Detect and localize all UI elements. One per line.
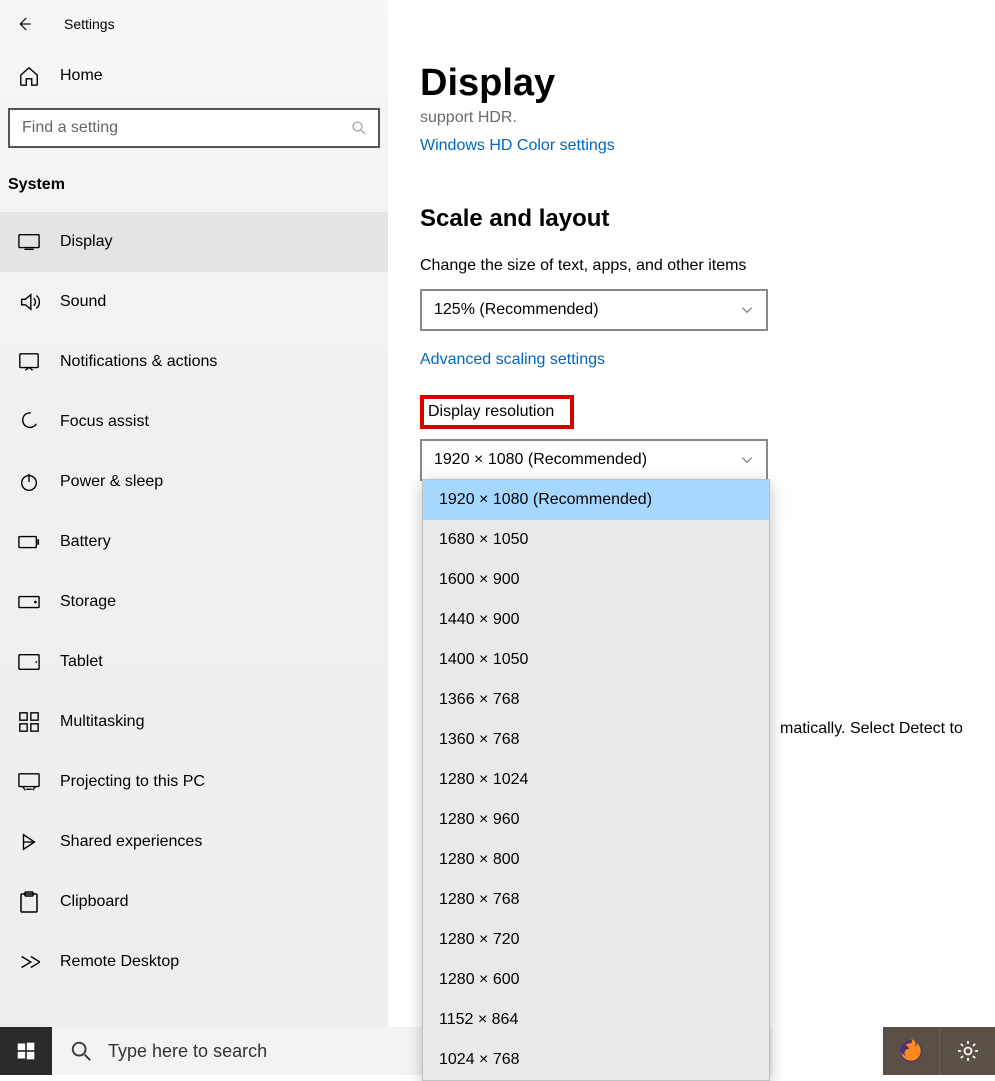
search-icon (70, 1040, 92, 1062)
resolution-option[interactable]: 1600 × 900 (423, 560, 769, 600)
multitasking-icon (18, 711, 40, 733)
resolution-option[interactable]: 1152 × 864 (423, 1000, 769, 1040)
storage-icon (18, 591, 40, 613)
sidebar-item-label: Clipboard (60, 893, 128, 911)
taskbar-settings[interactable] (939, 1027, 995, 1075)
hdr-cut-text: support HDR. (420, 109, 995, 127)
sidebar-item-label: Projecting to this PC (60, 773, 205, 791)
resolution-option[interactable]: 1280 × 600 (423, 960, 769, 1000)
gear-icon (956, 1039, 980, 1063)
resolution-option[interactable]: 1366 × 768 (423, 680, 769, 720)
firefox-icon (898, 1038, 924, 1064)
sidebar-item-storage[interactable]: Storage (0, 572, 388, 632)
display-icon (18, 231, 40, 253)
sidebar-item-label: Battery (60, 533, 111, 551)
arrow-left-icon (15, 15, 33, 33)
resolution-option[interactable]: 1024 × 768 (423, 1040, 769, 1080)
sidebar-item-power-sleep[interactable]: Power & sleep (0, 452, 388, 512)
chevron-down-icon (740, 303, 754, 317)
resolution-option[interactable]: 1280 × 960 (423, 800, 769, 840)
sidebar-item-tablet[interactable]: Tablet (0, 632, 388, 692)
clipboard-icon (18, 891, 40, 913)
resolution-option[interactable]: 1400 × 1050 (423, 640, 769, 680)
sidebar-item-label: Remote Desktop (60, 953, 179, 971)
notifications-icon (18, 351, 40, 373)
sidebar-item-battery[interactable]: Battery (0, 512, 388, 572)
sidebar-item-display[interactable]: Display (0, 212, 388, 272)
resolution-option[interactable]: 1280 × 768 (423, 880, 769, 920)
sidebar-item-clipboard[interactable]: Clipboard (0, 872, 388, 932)
titlebar: Settings (0, 0, 388, 48)
projecting-icon (18, 771, 40, 793)
scale-dropdown-value: 125% (Recommended) (434, 301, 599, 319)
page-title: Display (420, 62, 995, 105)
sidebar-item-label: Sound (60, 293, 106, 311)
window-title: Settings (64, 16, 115, 32)
sidebar-item-label: Storage (60, 593, 116, 611)
scale-layout-heading: Scale and layout (420, 205, 995, 233)
focus-assist-icon (18, 411, 40, 433)
resolution-option[interactable]: 1680 × 1050 (423, 520, 769, 560)
sidebar-item-label: Focus assist (60, 413, 149, 431)
resolution-dropdown-value: 1920 × 1080 (Recommended) (434, 451, 647, 469)
windows-icon (16, 1041, 36, 1061)
shared-experiences-icon (18, 831, 40, 853)
search-icon (350, 119, 368, 137)
sidebar-nav: Display Sound Notifications & actions Fo… (0, 212, 388, 992)
taskbar-firefox[interactable] (883, 1027, 939, 1075)
sidebar-item-label: Notifications & actions (60, 353, 217, 371)
sidebar-item-sound[interactable]: Sound (0, 272, 388, 332)
sidebar-item-label: Display (60, 233, 112, 251)
resolution-option[interactable]: 1280 × 800 (423, 840, 769, 880)
resolution-option[interactable]: 1280 × 720 (423, 920, 769, 960)
sidebar-home-label: Home (60, 67, 103, 85)
taskbar-search-placeholder: Type here to search (108, 1041, 267, 1062)
sidebar-item-notifications[interactable]: Notifications & actions (0, 332, 388, 392)
resolution-option[interactable]: 1440 × 900 (423, 600, 769, 640)
resolution-option[interactable]: 1280 × 1024 (423, 760, 769, 800)
remote-desktop-icon (18, 951, 40, 973)
advanced-scaling-link[interactable]: Advanced scaling settings (420, 351, 995, 369)
home-icon (18, 65, 40, 87)
tablet-icon (18, 651, 40, 673)
sidebar-item-label: Multitasking (60, 713, 144, 731)
sidebar-item-multitasking[interactable]: Multitasking (0, 692, 388, 752)
resolution-option[interactable]: 1360 × 768 (423, 720, 769, 760)
sidebar-item-label: Shared experiences (60, 833, 202, 851)
battery-icon (18, 531, 40, 553)
sound-icon (18, 291, 40, 313)
resolution-dropdown[interactable]: 1920 × 1080 (Recommended) (420, 439, 768, 481)
settings-search[interactable] (8, 108, 380, 148)
resolution-option[interactable]: 1920 × 1080 (Recommended) (423, 480, 769, 520)
resolution-label: Display resolution (428, 403, 554, 420)
hd-color-settings-link[interactable]: Windows HD Color settings (420, 137, 995, 155)
sidebar-item-projecting[interactable]: Projecting to this PC (0, 752, 388, 812)
sidebar-item-label: Tablet (60, 653, 103, 671)
sidebar-home[interactable]: Home (0, 48, 388, 104)
sidebar-section-system: System (0, 158, 388, 212)
sidebar-item-label: Power & sleep (60, 473, 163, 491)
resolution-label-highlight: Display resolution (420, 395, 574, 429)
scale-dropdown[interactable]: 125% (Recommended) (420, 289, 768, 331)
sidebar-item-shared-experiences[interactable]: Shared experiences (0, 812, 388, 872)
start-button[interactable] (0, 1027, 52, 1075)
chevron-down-icon (740, 453, 754, 467)
sidebar-item-remote-desktop[interactable]: Remote Desktop (0, 932, 388, 992)
back-button[interactable] (14, 14, 34, 34)
search-input[interactable] (22, 119, 350, 137)
detect-text-fragment: matically. Select Detect to (780, 720, 963, 738)
sidebar-item-focus-assist[interactable]: Focus assist (0, 392, 388, 452)
power-icon (18, 471, 40, 493)
settings-sidebar: Settings Home System Display Sound (0, 0, 388, 1075)
scale-label: Change the size of text, apps, and other… (420, 257, 995, 275)
resolution-options-list: 1920 × 1080 (Recommended) 1680 × 1050 16… (422, 479, 770, 1081)
